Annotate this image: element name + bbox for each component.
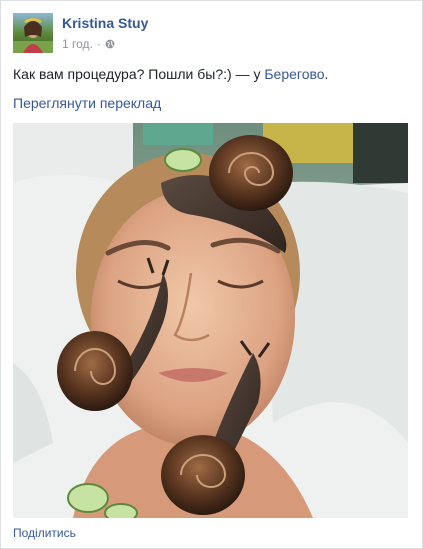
translate-link[interactable]: Переглянути переклад: [13, 95, 161, 111]
post-text-main: Как вам процедура? Пошли бы?:) — у: [13, 66, 265, 82]
share-link[interactable]: Поділитись: [13, 526, 76, 540]
post-meta: 1 год. ·: [62, 37, 115, 51]
post-text: Как вам процедура? Пошли бы?:) — у Берег…: [13, 66, 413, 82]
meta-separator: ·: [96, 37, 101, 51]
avatar[interactable]: [13, 13, 53, 53]
post-time[interactable]: 1 год.: [62, 37, 93, 51]
location-link[interactable]: Берегово: [264, 66, 324, 82]
globe-icon[interactable]: [105, 39, 115, 49]
post-photo[interactable]: [13, 123, 408, 518]
avatar-image: [13, 13, 53, 53]
post-card: Kristina Stuy 1 год. · Как вам процедура…: [0, 0, 423, 549]
post-text-end: .: [324, 66, 329, 82]
photo-illustration: [13, 123, 408, 518]
author-name[interactable]: Kristina Stuy: [62, 15, 148, 31]
